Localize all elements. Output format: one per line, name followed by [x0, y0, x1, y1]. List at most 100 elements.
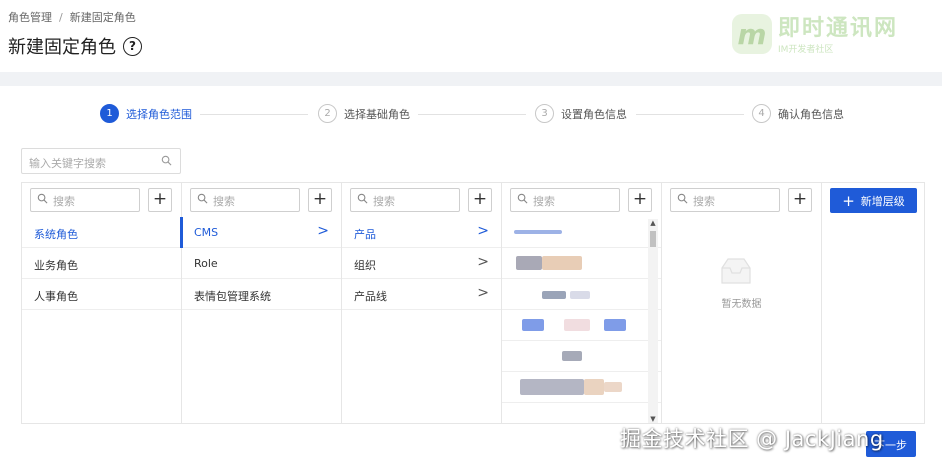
column-search-placeholder: 搜索	[213, 195, 235, 208]
column-scrollbar[interactable]: ▲ ▼	[648, 219, 658, 423]
column-search-placeholder: 搜索	[533, 195, 555, 208]
column-search-placeholder: 搜索	[693, 195, 715, 208]
step-connector	[418, 114, 526, 115]
list-item[interactable]: 产品线 >	[342, 279, 501, 310]
steps-bar: 1 选择角色范围 2 选择基础角色 3 设置角色信息 4 确认角色信息	[100, 104, 860, 126]
column-search-input[interactable]: 搜索	[670, 188, 780, 212]
blurred-content	[562, 351, 582, 361]
list-item[interactable]: 产品 >	[342, 217, 501, 248]
keyword-search-input[interactable]: 输入关键字搜索	[21, 148, 181, 174]
breadcrumb-separator: /	[59, 10, 63, 24]
logo-subtitle: IM开发者社区	[778, 45, 834, 55]
step-3-label: 设置角色信息	[561, 107, 627, 121]
list-item[interactable]: 组织 >	[342, 248, 501, 279]
add-item-button[interactable]: +	[308, 188, 332, 212]
selected-indicator	[180, 217, 183, 248]
list-item-label: 产品线	[354, 290, 387, 303]
column-search-input[interactable]: 搜索	[510, 188, 620, 212]
scroll-up-icon[interactable]: ▲	[648, 219, 658, 227]
step-3: 3 设置角色信息	[535, 104, 627, 123]
chevron-right-icon: >	[477, 254, 489, 270]
step-1-number: 1	[100, 104, 119, 123]
blurred-list-item[interactable]	[502, 310, 661, 341]
scroll-down-icon[interactable]: ▼	[648, 415, 658, 423]
page-header: 角色管理 / 新建固定角色 新建固定角色 ? m 即时通讯网 IM开发者社区	[0, 0, 942, 72]
blurred-list-item[interactable]	[502, 279, 661, 310]
column-search-input[interactable]: 搜索	[350, 188, 460, 212]
step-2: 2 选择基础角色	[318, 104, 410, 123]
page-title-text: 新建固定角色	[8, 37, 116, 58]
add-level-label: 新增层级	[860, 194, 905, 208]
blurred-content	[604, 382, 622, 392]
search-icon	[37, 193, 48, 204]
column-1: 搜索 + 系统角色 业务角色 人事角色	[22, 183, 182, 423]
column-header: 搜索 +	[22, 183, 181, 217]
add-item-button[interactable]: +	[468, 188, 492, 212]
step-4: 4 确认角色信息	[752, 104, 844, 123]
main-card: 1 选择角色范围 2 选择基础角色 3 设置角色信息 4 确认角色信息 输入关键…	[0, 86, 942, 471]
list-item[interactable]: Role	[182, 248, 341, 279]
list-item[interactable]: 系统角色	[22, 217, 181, 248]
column-4: 搜索 + ▲ ▼	[502, 183, 662, 423]
list-item-label: 人事角色	[34, 290, 78, 303]
blurred-list-item[interactable]	[502, 248, 661, 279]
blurred-content	[542, 291, 566, 299]
step-connector	[200, 114, 308, 115]
column-search-placeholder: 搜索	[373, 195, 395, 208]
logo-badge: m	[732, 14, 772, 54]
blurred-list-item[interactable]	[502, 372, 661, 403]
add-level-button[interactable]: + 新增层级	[830, 188, 917, 213]
list-item-label: 组织	[354, 259, 376, 272]
step-4-number: 4	[752, 104, 771, 123]
watermark-logo: m 即时通讯网 IM开发者社区	[732, 10, 942, 66]
chevron-right-icon: >	[477, 223, 489, 239]
list-item-label: Role	[194, 257, 218, 270]
blurred-content	[516, 256, 542, 270]
column-search-placeholder: 搜索	[53, 195, 75, 208]
add-item-button[interactable]: +	[628, 188, 652, 212]
step-1: 1 选择角色范围	[100, 104, 192, 123]
blurred-content	[564, 319, 590, 331]
logo-title: 即时通讯网	[778, 16, 899, 41]
step-1-label: 选择角色范围	[126, 107, 192, 121]
list-item[interactable]: 业务角色	[22, 248, 181, 279]
step-3-number: 3	[535, 104, 554, 123]
list-item-label: 产品	[354, 228, 376, 241]
add-item-button[interactable]: +	[148, 188, 172, 212]
chevron-right-icon: >	[317, 223, 329, 239]
empty-box-icon	[721, 258, 751, 284]
search-icon	[161, 155, 172, 166]
column-search-input[interactable]: 搜索	[30, 188, 140, 212]
search-icon	[517, 193, 528, 204]
blurred-content	[522, 319, 544, 331]
add-item-button[interactable]: +	[788, 188, 812, 212]
column-header: 搜索 +	[342, 183, 501, 217]
page-title: 新建固定角色 ?	[8, 33, 142, 59]
blurred-list-item[interactable]	[502, 341, 661, 372]
breadcrumb: 角色管理 / 新建固定角色	[8, 9, 136, 25]
list-item-label: 业务角色	[34, 259, 78, 272]
step-connector	[636, 114, 744, 115]
question-circle-icon[interactable]: ?	[123, 36, 142, 56]
column-2: 搜索 + CMS > Role 表情包管理系统	[180, 183, 342, 423]
search-icon	[357, 193, 368, 204]
list-item[interactable]: 表情包管理系统	[182, 279, 341, 310]
column-3: 搜索 + 产品 > 组织 > 产品线 >	[342, 183, 502, 423]
watermark-text: 掘金技术社区 @ JackJiang	[620, 427, 884, 451]
list-item[interactable]: 人事角色	[22, 279, 181, 310]
blurred-list-item[interactable]	[502, 217, 661, 248]
breadcrumb-parent[interactable]: 角色管理	[8, 9, 52, 25]
list-item[interactable]: CMS >	[180, 217, 341, 248]
empty-text: 暂无数据	[721, 299, 762, 310]
step-2-number: 2	[318, 104, 337, 123]
column-header: 搜索 +	[502, 183, 661, 217]
blurred-content	[542, 256, 582, 270]
column-5: 搜索 + 暂无数据	[662, 183, 822, 423]
cascade-panel: 搜索 + 系统角色 业务角色 人事角色 搜索 + CMS > Role 表情包管…	[21, 182, 925, 424]
column-header: 搜索 +	[182, 183, 341, 217]
breadcrumb-current: 新建固定角色	[69, 11, 136, 24]
search-icon	[677, 193, 688, 204]
step-4-label: 确认角色信息	[778, 107, 844, 121]
scroll-thumb[interactable]	[650, 231, 656, 247]
column-search-input[interactable]: 搜索	[190, 188, 300, 212]
